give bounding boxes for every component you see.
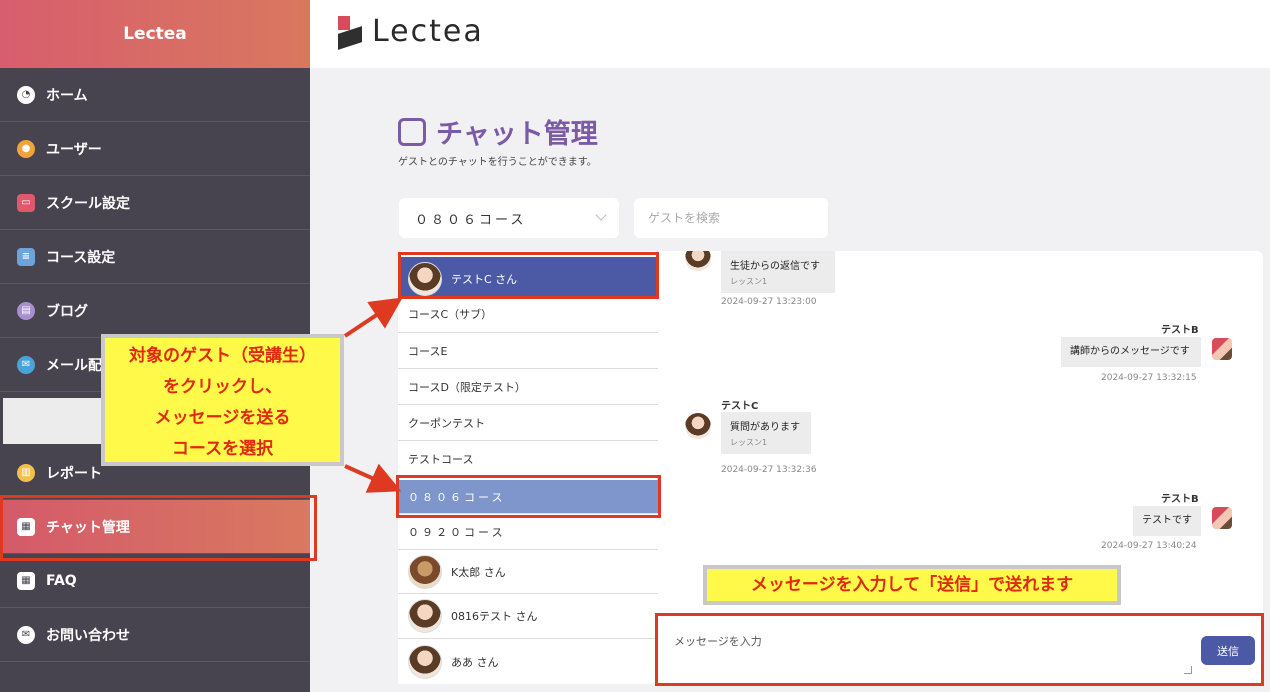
logo-mark-icon	[338, 15, 362, 50]
list-item-label: K太郎 さん	[451, 565, 506, 579]
message-lesson: レッスン1	[730, 438, 768, 447]
list-item-label: ０９２０コース	[408, 525, 506, 539]
top-bar: Lectea	[310, 0, 1270, 68]
message-text: 講師からのメッセージです	[1070, 346, 1190, 357]
list-item[interactable]: コースE	[398, 333, 658, 369]
avatar	[408, 599, 442, 633]
logo-text: Lectea	[372, 14, 484, 49]
contact-icon: ✉	[17, 625, 35, 644]
message-lesson: レッスン1	[730, 277, 768, 286]
highlight-composer	[655, 613, 1264, 686]
sidebar-item-users[interactable]: ● ユーザー	[0, 122, 310, 176]
callout-line: コースを選択	[171, 439, 274, 459]
callout-line: 対象のゲスト（受講生）	[129, 346, 316, 366]
school-icon: ▭	[17, 193, 35, 212]
annotation-callout-select: 対象のゲスト（受講生） をクリックし、 メッセージを送る コースを選択	[101, 334, 344, 466]
message-timestamp: 2024-09-27 13:40:24	[1101, 541, 1197, 551]
dashboard-icon: ◔	[17, 85, 35, 104]
list-item[interactable]: ああ さん	[398, 639, 658, 684]
message-bubble: 質問があります レッスン1	[721, 412, 811, 454]
page-subtitle: ゲストとのチャットを行うことができます。	[398, 157, 597, 168]
list-item[interactable]: ０９２０コース	[398, 514, 658, 550]
message-text: 質問があります	[730, 422, 800, 433]
sidebar-item-home[interactable]: ◔ ホーム	[0, 68, 310, 122]
sidebar-item-blog[interactable]: ▤ ブログ	[0, 284, 310, 338]
list-item[interactable]: テストコース	[398, 441, 658, 477]
message-sender: テストC	[721, 401, 759, 412]
logo[interactable]: Lectea	[338, 14, 484, 50]
sidebar-item-label: お問い合わせ	[46, 627, 130, 644]
sidebar-item-label: メール配	[46, 357, 102, 374]
avatar	[408, 554, 442, 589]
list-item-label: コースC（サブ）	[408, 308, 493, 321]
list-item-label: ああ さん	[451, 655, 499, 669]
list-item[interactable]: K太郎 さん	[398, 550, 658, 594]
callout-line: メッセージを送る	[154, 408, 291, 428]
highlight-sidebar-chat	[0, 495, 317, 561]
message-timestamp: 2024-09-27 13:32:36	[721, 465, 817, 475]
list-item-label: クーポンテスト	[408, 416, 485, 430]
blog-icon: ▤	[17, 301, 35, 320]
message-timestamp: 2024-09-27 13:23:00	[721, 297, 817, 307]
list-item-label: コースE	[408, 344, 448, 358]
annotation-callout-send: メッセージを入力して「送信」で送れます	[703, 565, 1121, 605]
avatar	[408, 644, 442, 679]
faq-icon: ▦	[17, 571, 35, 590]
list-item-label: 0816テスト さん	[451, 610, 538, 623]
message-bubble: 講師からのメッセージです	[1061, 337, 1201, 367]
sidebar-brand: Lectea	[0, 0, 310, 68]
message-timestamp: 2024-09-27 13:32:15	[1101, 373, 1197, 383]
list-item[interactable]: 0816テスト さん	[398, 594, 658, 639]
chat-pencil-icon	[398, 117, 426, 146]
message-sender: テストB	[1161, 494, 1199, 505]
users-icon: ●	[17, 139, 35, 158]
chevron-down-icon	[595, 209, 607, 221]
sidebar-item-contact[interactable]: ✉ お問い合わせ	[0, 608, 310, 662]
course-select-value: ０８０６コース	[415, 212, 527, 228]
sidebar-item-label: レポート	[46, 465, 102, 482]
course-icon: ≡	[17, 247, 35, 266]
highlight-course	[396, 475, 661, 518]
list-item-label: テストコース	[408, 452, 474, 466]
list-item[interactable]: コースD（限定テスト）	[398, 369, 658, 405]
message-sender: テストB	[1161, 325, 1199, 336]
callout-line: をクリックし、	[163, 377, 282, 397]
list-item-label: コースD（限定テスト）	[408, 380, 526, 394]
page-title: チャット管理	[398, 112, 598, 151]
message-text: 生徒からの返信です	[730, 261, 820, 272]
highlight-guest	[398, 252, 659, 299]
message-text: テストです	[1142, 515, 1192, 526]
sidebar-item-label: スクール設定	[46, 195, 130, 212]
sidebar-item-label: ホーム	[46, 87, 88, 104]
avatar	[1212, 338, 1232, 360]
guest-course-list: テストC さん コースC（サブ） コースE コースD（限定テスト） クーポンテス…	[398, 251, 658, 684]
sidebar-item-label: ユーザー	[46, 141, 102, 158]
list-item[interactable]: コースC（サブ）	[398, 296, 658, 333]
message-bubble: 生徒からの返信です レッスン1	[721, 251, 835, 293]
guest-search-input[interactable]	[634, 198, 828, 238]
sidebar-item-label: ブログ	[46, 303, 88, 320]
sidebar-item-school-settings[interactable]: ▭ スクール設定	[0, 176, 310, 230]
message-area[interactable]: 生徒からの返信です レッスン1 2024-09-27 13:23:00 テストB…	[659, 251, 1263, 611]
mail-icon: ✉	[17, 355, 35, 374]
message-bubble: テストです	[1133, 506, 1201, 536]
sidebar-item-label: コース設定	[46, 249, 116, 266]
sidebar-item-course-settings[interactable]: ≡ コース設定	[0, 230, 310, 284]
sidebar-item-faq[interactable]: ▦ FAQ	[0, 554, 310, 608]
avatar	[685, 413, 711, 439]
page-title-text: チャット管理	[436, 119, 598, 150]
report-icon: ▥	[17, 463, 35, 482]
avatar	[1212, 507, 1232, 529]
course-select[interactable]: ０８０６コース	[399, 198, 619, 238]
list-item[interactable]: クーポンテスト	[398, 405, 658, 441]
sidebar-item-label: FAQ	[46, 572, 77, 589]
avatar	[685, 251, 711, 271]
